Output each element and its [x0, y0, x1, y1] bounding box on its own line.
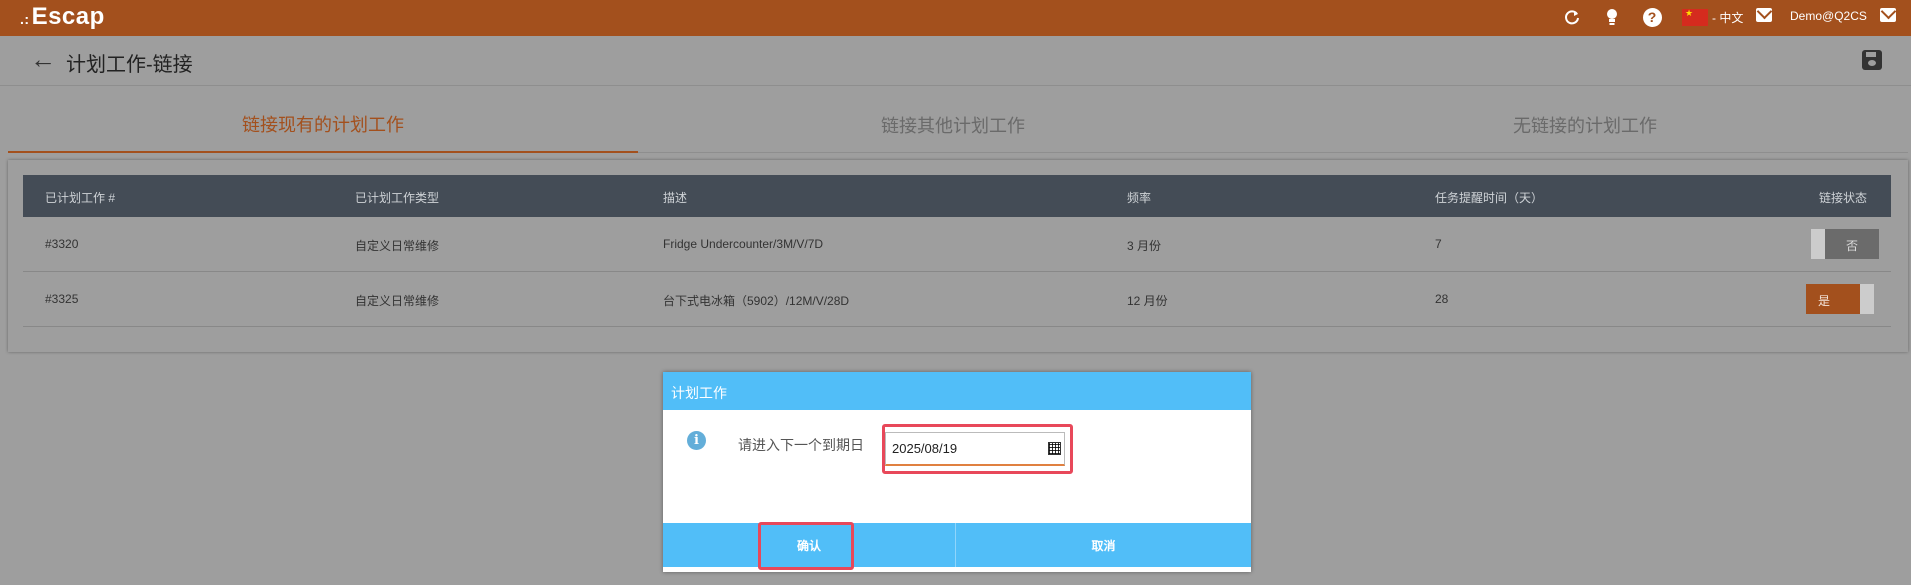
app-logo[interactable]: .: Escap [20, 3, 105, 31]
link-status-toggle[interactable]: 是 [1806, 284, 1874, 314]
refresh-icon[interactable] [1561, 6, 1583, 28]
table-row[interactable]: #3325 自定义日常维修 台下式电冰箱（5902）/12M/V/28D 12 … [23, 272, 1891, 327]
col-id: 已计划工作 # [45, 191, 116, 205]
info-icon: i [687, 431, 706, 450]
tab-unlinked[interactable]: 无链接的计划工作 [1270, 96, 1900, 153]
col-reminder: 任务提醒时间（天） [1435, 191, 1544, 205]
page-header: ← 计划工作-链接 [0, 36, 1911, 86]
col-frequency: 频率 [1127, 191, 1152, 205]
dialog-prompt: 请进入下一个到期日 [738, 437, 864, 453]
save-icon[interactable] [1862, 50, 1882, 70]
help-glyph: ? [1642, 7, 1662, 27]
tab-bar: 链接现有的计划工作 链接其他计划工作 无链接的计划工作 [8, 96, 1908, 153]
table-row[interactable]: #3320 自定义日常维修 Fridge Undercounter/3M/V/7… [23, 217, 1891, 272]
toggle-label: 否 [1845, 239, 1858, 253]
link-status-toggle[interactable]: 否 [1811, 229, 1879, 259]
col-type: 已计划工作类型 [355, 191, 440, 205]
date-input-highlight [882, 424, 1073, 474]
cell-frequency: 3 月份 [1127, 239, 1162, 253]
top-bar: .: Escap ? - 中文 Demo@Q2CS [0, 0, 1911, 36]
logo-dots: .: [20, 11, 30, 27]
cell-type: 自定义日常维修 [355, 294, 440, 308]
language-dropdown-icon[interactable] [1756, 8, 1772, 22]
toggle-label: 是 [1818, 294, 1831, 308]
toggle-knob [1860, 284, 1874, 314]
cell-frequency: 12 月份 [1127, 294, 1168, 308]
cell-type: 自定义日常维修 [355, 239, 440, 253]
user-menu[interactable]: Demo@Q2CS [1790, 9, 1867, 23]
confirm-button-highlight [758, 522, 854, 570]
scheduled-work-table-card: 已计划工作 # 已计划工作类型 描述 频率 任务提醒时间（天） 链接状态 #33… [8, 160, 1908, 352]
tab-link-other[interactable]: 链接其他计划工作 [638, 96, 1268, 153]
tab-link-existing[interactable]: 链接现有的计划工作 [8, 96, 638, 153]
back-arrow-icon[interactable]: ← [30, 44, 56, 75]
dialog-title: 计划工作 [663, 372, 1251, 410]
logo-text: Escap [31, 3, 105, 30]
toggle-knob [1811, 229, 1825, 259]
cancel-button[interactable]: 取消 [957, 523, 1250, 567]
table-header: 已计划工作 # 已计划工作类型 描述 频率 任务提醒时间（天） 链接状态 [23, 175, 1891, 217]
help-icon[interactable]: ? [1641, 6, 1663, 28]
col-description: 描述 [663, 191, 688, 205]
dialog-button-row: 确认 取消 [663, 523, 1251, 567]
cell-description: Fridge Undercounter/3M/V/7D [663, 237, 824, 251]
language-selector[interactable]: - 中文 [1712, 9, 1743, 26]
page-title: 计划工作-链接 [66, 54, 193, 76]
col-link-status: 链接状态 [1819, 191, 1868, 205]
cell-reminder: 28 [1435, 292, 1449, 306]
lightbulb-icon[interactable] [1601, 6, 1623, 28]
next-due-date-dialog: 计划工作 i 请进入下一个到期日 确认 取消 [663, 372, 1251, 572]
user-dropdown-icon[interactable] [1880, 8, 1896, 22]
cell-description: 台下式电冰箱（5902）/12M/V/28D [663, 294, 850, 308]
cell-id: #3320 [45, 237, 79, 251]
china-flag-icon[interactable] [1682, 8, 1708, 26]
cell-reminder: 7 [1435, 237, 1442, 251]
cell-id: #3325 [45, 292, 79, 306]
